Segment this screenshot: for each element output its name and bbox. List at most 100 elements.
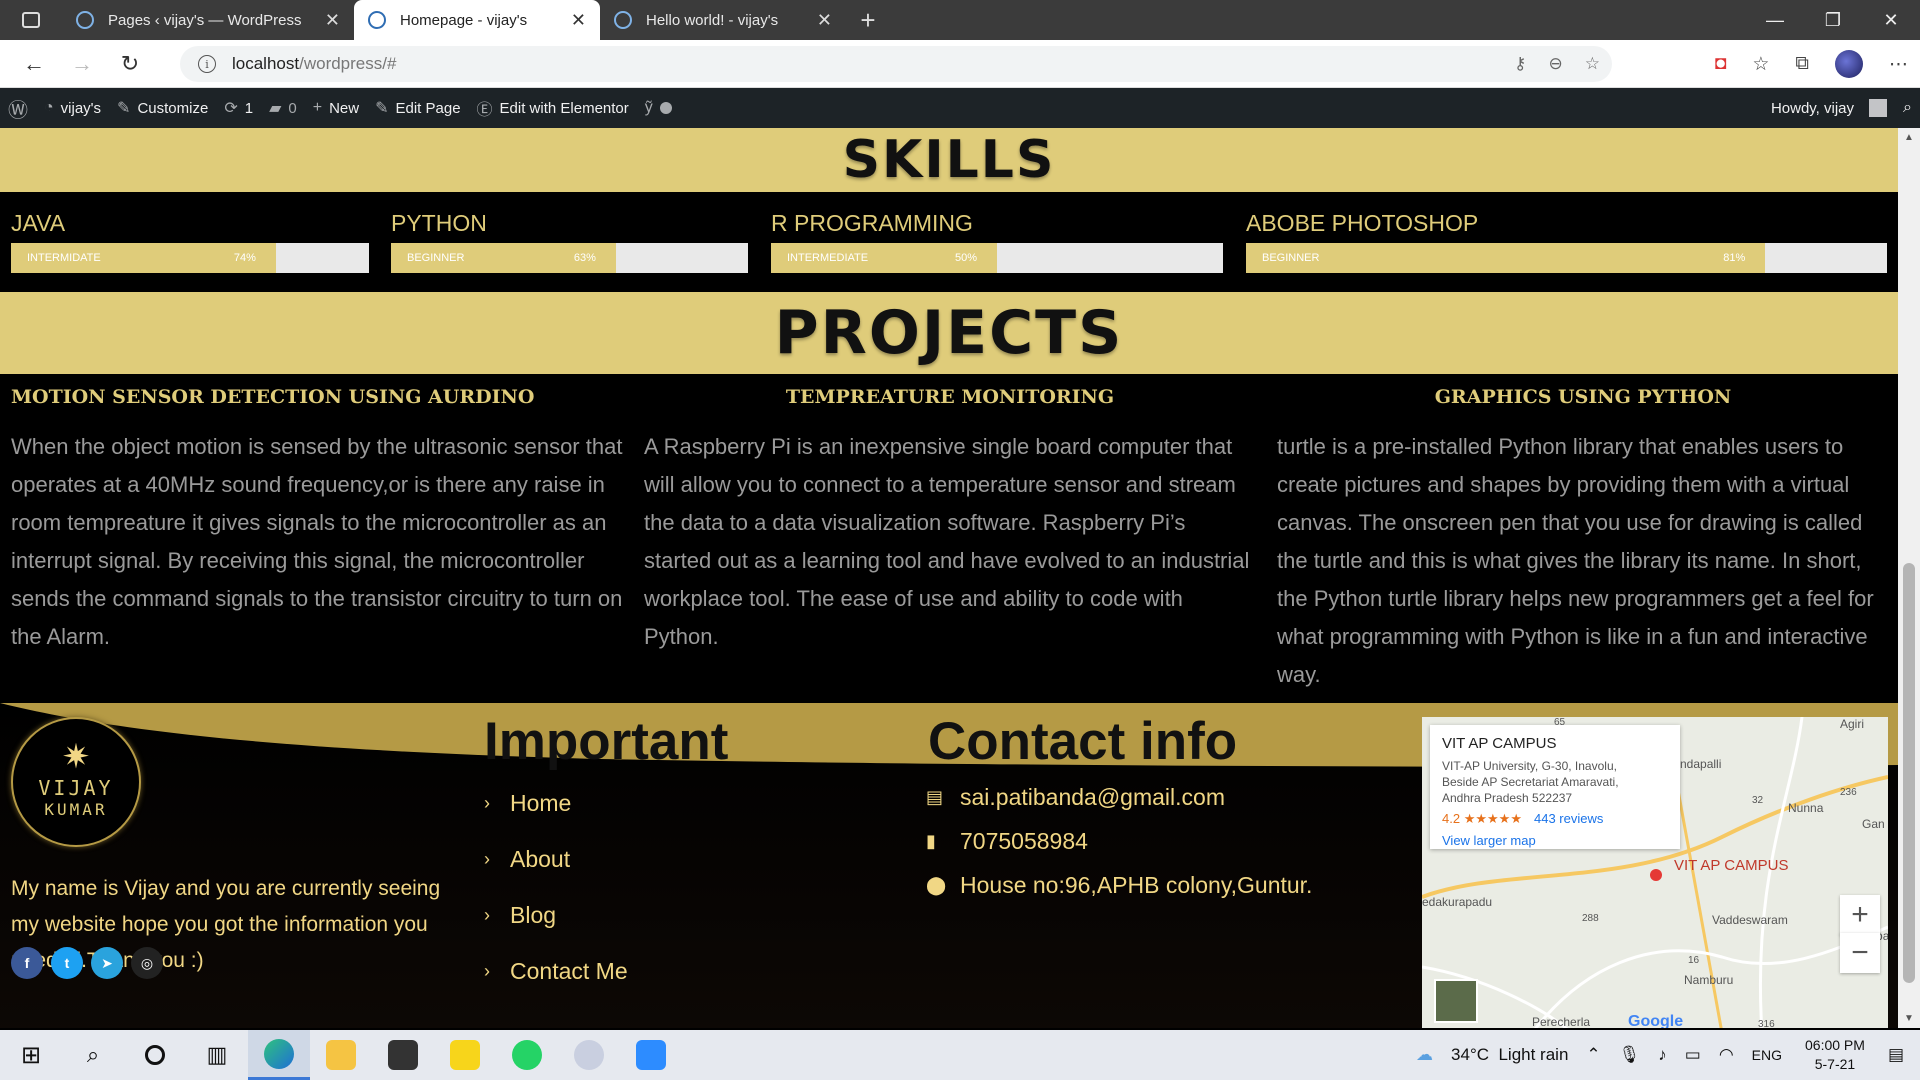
new-tab-button[interactable]: + <box>846 5 890 36</box>
contact-email[interactable]: ▤ sai.patibanda@gmail.com <box>926 775 1312 819</box>
user-avatar <box>1869 99 1888 117</box>
admin-search-button[interactable]: ⌕ <box>1895 88 1920 128</box>
instagram-icon[interactable]: ◎ <box>131 947 163 979</box>
map-info-card: VIT AP CAMPUS VIT-AP University, G-30, I… <box>1430 725 1680 849</box>
pencil-icon: ✎ <box>375 100 389 117</box>
edit-page-button[interactable]: ✎ Edit Page <box>367 88 468 128</box>
close-tab-icon[interactable]: ✕ <box>817 10 832 31</box>
yoast-button[interactable]: ỹ <box>637 88 680 128</box>
skill-bar: BEGINNER 81% <box>1246 243 1887 273</box>
volume-icon[interactable]: ♪ <box>1649 1045 1676 1065</box>
app-generic[interactable] <box>558 1030 620 1080</box>
tab-pages-wordpress[interactable]: Pages ‹ vijay's — WordPress ✕ <box>62 0 354 40</box>
google-map[interactable]: VIT AP CAMPUS VIT-AP University, G-30, I… <box>1422 717 1888 1028</box>
cortana-button[interactable] <box>124 1030 186 1080</box>
sticky-notes-app[interactable] <box>434 1030 496 1080</box>
link-about[interactable]: › About <box>484 831 628 887</box>
tab-homepage[interactable]: Homepage - vijay's ✕ <box>354 0 600 40</box>
forward-button[interactable]: → <box>58 40 106 88</box>
more-menu-icon[interactable]: ⋯ <box>1889 53 1908 76</box>
store-app[interactable] <box>372 1030 434 1080</box>
url-field[interactable]: i localhost/wordpress/# ⚷ ⊖ ☆ <box>180 46 1612 82</box>
twitter-icon[interactable]: t <box>51 947 83 979</box>
refresh-button[interactable]: ↻ <box>106 40 154 88</box>
minimize-icon[interactable]: — <box>1746 0 1804 40</box>
add-favorite-icon[interactable]: ☆ <box>1585 54 1600 74</box>
url-tools: ⚷ ⊖ ☆ <box>1514 46 1600 82</box>
weather-text[interactable]: 34°C Light rain <box>1442 1045 1577 1065</box>
scroll-thumb[interactable] <box>1903 563 1915 983</box>
contact-phone[interactable]: ▮ 7075058984 <box>926 819 1312 863</box>
satellite-toggle[interactable] <box>1434 979 1478 1023</box>
whatsapp-app[interactable] <box>496 1030 558 1080</box>
clock[interactable]: 06:00 PM 5-7-21 <box>1791 1036 1879 1074</box>
map-label: Nunna <box>1788 801 1824 815</box>
skills-heading: SKILLS <box>842 130 1056 190</box>
skill-title: ABOBE PHOTOSHOP <box>1246 210 1479 236</box>
key-icon[interactable]: ⚷ <box>1514 54 1526 74</box>
updates-button[interactable]: ⟳ 1 <box>216 88 261 128</box>
scroll-down-icon[interactable]: ▼ <box>1898 1013 1920 1024</box>
map-address-2: Beside AP Secretariat Amaravati, <box>1442 775 1619 789</box>
zoom-out-button[interactable]: − <box>1840 933 1880 973</box>
road-number: 16 <box>1688 955 1700 966</box>
scroll-up-icon[interactable]: ▲ <box>1898 132 1920 143</box>
close-tab-icon[interactable]: ✕ <box>571 10 586 31</box>
browser-toolbar: ◘ ☆ ⧉ ⋯ <box>1715 40 1908 88</box>
skill-title: PYTHON <box>391 210 487 236</box>
zoom-app[interactable] <box>620 1030 682 1080</box>
email-text: sai.patibanda@gmail.com <box>960 783 1225 810</box>
microphone-icon[interactable]: 🎙 <box>1610 1045 1650 1065</box>
zoom-icon[interactable]: ⊖ <box>1549 54 1563 74</box>
customize-button[interactable]: ✎ Customize <box>109 88 216 128</box>
back-button[interactable]: ← <box>10 40 58 88</box>
collections-icon[interactable]: ⧉ <box>1795 53 1809 75</box>
task-view-button[interactable]: ▥ <box>186 1030 248 1080</box>
skill-level: INTERMEDIATE <box>787 252 869 264</box>
skill-level: BEGINNER <box>407 252 465 264</box>
close-tab-icon[interactable]: ✕ <box>325 10 340 31</box>
edit-elementor-button[interactable]: Ⓔ Edit with Elementor <box>469 88 637 128</box>
facebook-icon[interactable]: f <box>11 947 43 979</box>
link-home[interactable]: › Home <box>484 775 628 831</box>
zoom-in-button[interactable]: + <box>1840 895 1880 935</box>
comment-icon: ▰ <box>269 100 282 117</box>
site-logo[interactable]: ✷ VIJAY KUMAR <box>11 717 141 847</box>
link-contact[interactable]: › Contact Me <box>484 943 628 999</box>
map-reviews-link[interactable]: 443 reviews <box>1534 811 1603 826</box>
close-window-icon[interactable]: ✕ <box>1862 0 1920 40</box>
page-scrollbar[interactable]: ▲ ▼ <box>1898 128 1920 1028</box>
link-blog[interactable]: › Blog <box>484 887 628 943</box>
admin-bar-right: Howdy, vijay ⌕ <box>1763 88 1920 128</box>
view-larger-map-link[interactable]: View larger map <box>1442 833 1668 848</box>
favorites-icon[interactable]: ☆ <box>1752 53 1769 76</box>
maximize-icon[interactable]: ❐ <box>1804 0 1862 40</box>
profile-avatar[interactable] <box>1835 50 1863 78</box>
comments-button[interactable]: ▰ 0 <box>261 88 305 128</box>
search-button[interactable]: ⌕ <box>62 1030 124 1080</box>
edge-app[interactable] <box>248 1030 310 1080</box>
dashboard-icon: ◔ <box>44 99 54 116</box>
file-explorer-app[interactable] <box>310 1030 372 1080</box>
store-icon <box>388 1040 418 1070</box>
chevron-up-icon[interactable]: ⌃ <box>1577 1045 1609 1065</box>
wp-logo-button[interactable]: Ⓦ <box>0 88 36 128</box>
battery-icon[interactable]: ▭ <box>1676 1045 1710 1065</box>
new-button[interactable]: + New <box>305 88 367 128</box>
notifications-icon[interactable]: ▤ <box>1879 1045 1920 1065</box>
map-rating: 4.2 <box>1442 811 1461 826</box>
windows-taskbar: ⊞ ⌕ ▥ ☁ 34°C Light rain ⌃ 🎙 ♪ ▭ ◠ ENG 06… <box>0 1030 1920 1080</box>
site-name-button[interactable]: ◔ vijay's <box>36 88 109 128</box>
wifi-icon[interactable]: ◠ <box>1710 1045 1743 1065</box>
site-info-icon[interactable]: i <box>198 55 216 73</box>
language-indicator[interactable]: ENG <box>1743 1047 1791 1063</box>
projects-banner: PROJECTS <box>0 292 1898 374</box>
pocket-icon[interactable]: ◘ <box>1715 53 1726 75</box>
road-number: 32 <box>1752 795 1764 806</box>
start-button[interactable]: ⊞ <box>0 1030 62 1080</box>
telegram-icon[interactable]: ➤ <box>91 947 123 979</box>
tab-hello-world[interactable]: Hello world! - vijay's ✕ <box>600 0 846 40</box>
wp-admin-bar: Ⓦ ◔ vijay's ✎ Customize ⟳ 1 ▰ 0 + New ✎ Edit P… <box>0 88 1920 128</box>
account-button[interactable]: Howdy, vijay <box>1763 88 1895 128</box>
tab-actions-button[interactable] <box>0 0 62 40</box>
